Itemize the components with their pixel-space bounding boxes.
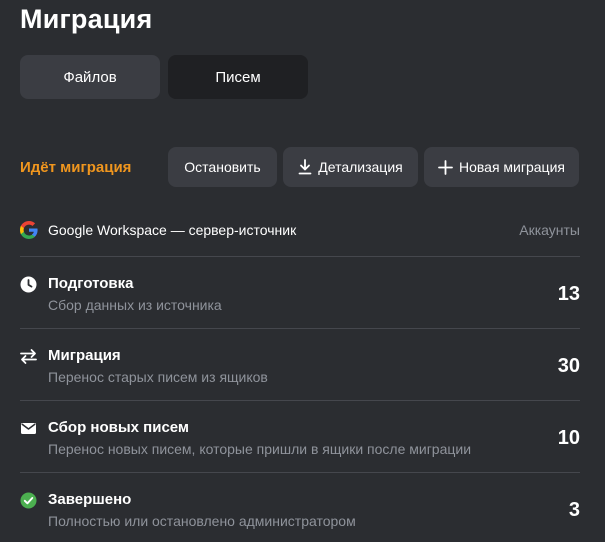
stage-count: 30 — [557, 355, 580, 377]
details-button-label: Детализация — [318, 159, 403, 175]
stage-subtitle: Перенос новых писем, которые пришли в ящ… — [48, 441, 472, 457]
migration-status-label: Идёт миграция — [20, 158, 132, 176]
envelope-icon — [21, 423, 36, 434]
tab-letters[interactable]: Писем — [168, 55, 308, 99]
download-icon — [298, 159, 312, 175]
stage-subtitle: Сбор данных из источника — [48, 297, 222, 313]
new-migration-button-label: Новая миграция — [459, 159, 565, 175]
stop-button[interactable]: Остановить — [168, 147, 277, 187]
migration-toolbar: Идёт миграция Остановить Детализация Нов… — [20, 147, 585, 187]
stage-subtitle: Перенос старых писем из ящиков — [48, 369, 268, 385]
clock-icon — [20, 276, 37, 293]
source-header: Google Workspace — сервер-источник Аккау… — [20, 218, 580, 242]
stage-title: Подготовка — [48, 275, 134, 292]
migration-page: Миграция Файлов Писем Идёт миграция Оста… — [0, 0, 605, 542]
google-icon — [20, 221, 38, 239]
stage-preparation: Подготовка Сбор данных из источника 13 — [20, 256, 580, 328]
accounts-column-header: Аккаунты — [519, 222, 580, 238]
stage-title: Миграция — [48, 347, 121, 364]
stage-migration: Миграция Перенос старых писем из ящиков … — [20, 328, 580, 400]
check-circle-icon — [20, 492, 37, 509]
stage-new-mail: Сбор новых писем Перенос новых писем, ко… — [20, 400, 580, 472]
swap-arrows-icon — [20, 349, 37, 364]
migration-stages-list: Подготовка Сбор данных из источника 13 М… — [20, 256, 580, 542]
tab-bar: Файлов Писем — [20, 55, 308, 99]
new-migration-button[interactable]: Новая миграция — [424, 147, 579, 187]
stage-title: Завершено — [48, 491, 132, 508]
stage-completed: Завершено Полностью или остановлено адми… — [20, 472, 580, 542]
tab-files[interactable]: Файлов — [20, 55, 160, 99]
source-name: Google Workspace — сервер-источник — [48, 222, 297, 238]
stop-button-label: Остановить — [184, 159, 261, 175]
details-button[interactable]: Детализация — [283, 147, 418, 187]
stage-count: 10 — [557, 427, 580, 449]
page-title: Миграция — [20, 4, 153, 34]
stage-count: 13 — [557, 283, 580, 305]
stage-subtitle: Полностью или остановлено администраторо… — [48, 513, 356, 529]
plus-icon — [438, 159, 453, 175]
stage-title: Сбор новых писем — [48, 419, 190, 436]
stage-count: 3 — [568, 499, 580, 521]
